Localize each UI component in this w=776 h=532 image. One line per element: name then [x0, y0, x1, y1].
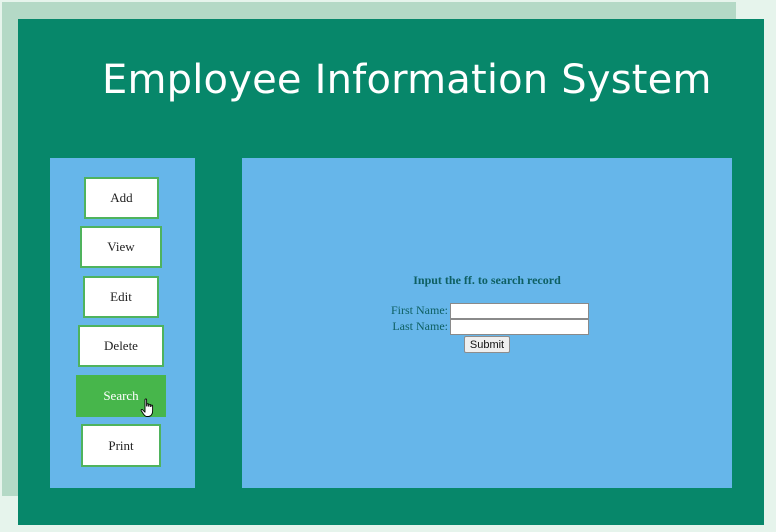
- search-form-heading: Input the ff. to search record: [413, 273, 561, 287]
- search-button[interactable]: Search: [76, 375, 166, 417]
- app-window: Employee Information System Add View Edi…: [18, 19, 764, 525]
- edit-button[interactable]: Edit: [83, 276, 159, 318]
- view-button[interactable]: View: [80, 226, 162, 268]
- sidebar: Add View Edit Delete Search Print: [50, 158, 195, 488]
- first-name-label: First Name:: [391, 303, 448, 317]
- main-panel: Input the ff. to search record First Nam…: [242, 158, 732, 488]
- last-name-input[interactable]: [450, 319, 589, 335]
- print-button[interactable]: Print: [81, 424, 161, 467]
- page-title: Employee Information System: [102, 57, 712, 103]
- delete-button[interactable]: Delete: [78, 325, 164, 367]
- search-button-label: Search: [103, 388, 139, 403]
- hand-pointer-icon: [140, 398, 154, 417]
- add-button[interactable]: Add: [84, 177, 159, 219]
- submit-button[interactable]: Submit: [464, 336, 510, 353]
- first-name-input[interactable]: [450, 303, 589, 319]
- last-name-label: Last Name:: [392, 319, 448, 333]
